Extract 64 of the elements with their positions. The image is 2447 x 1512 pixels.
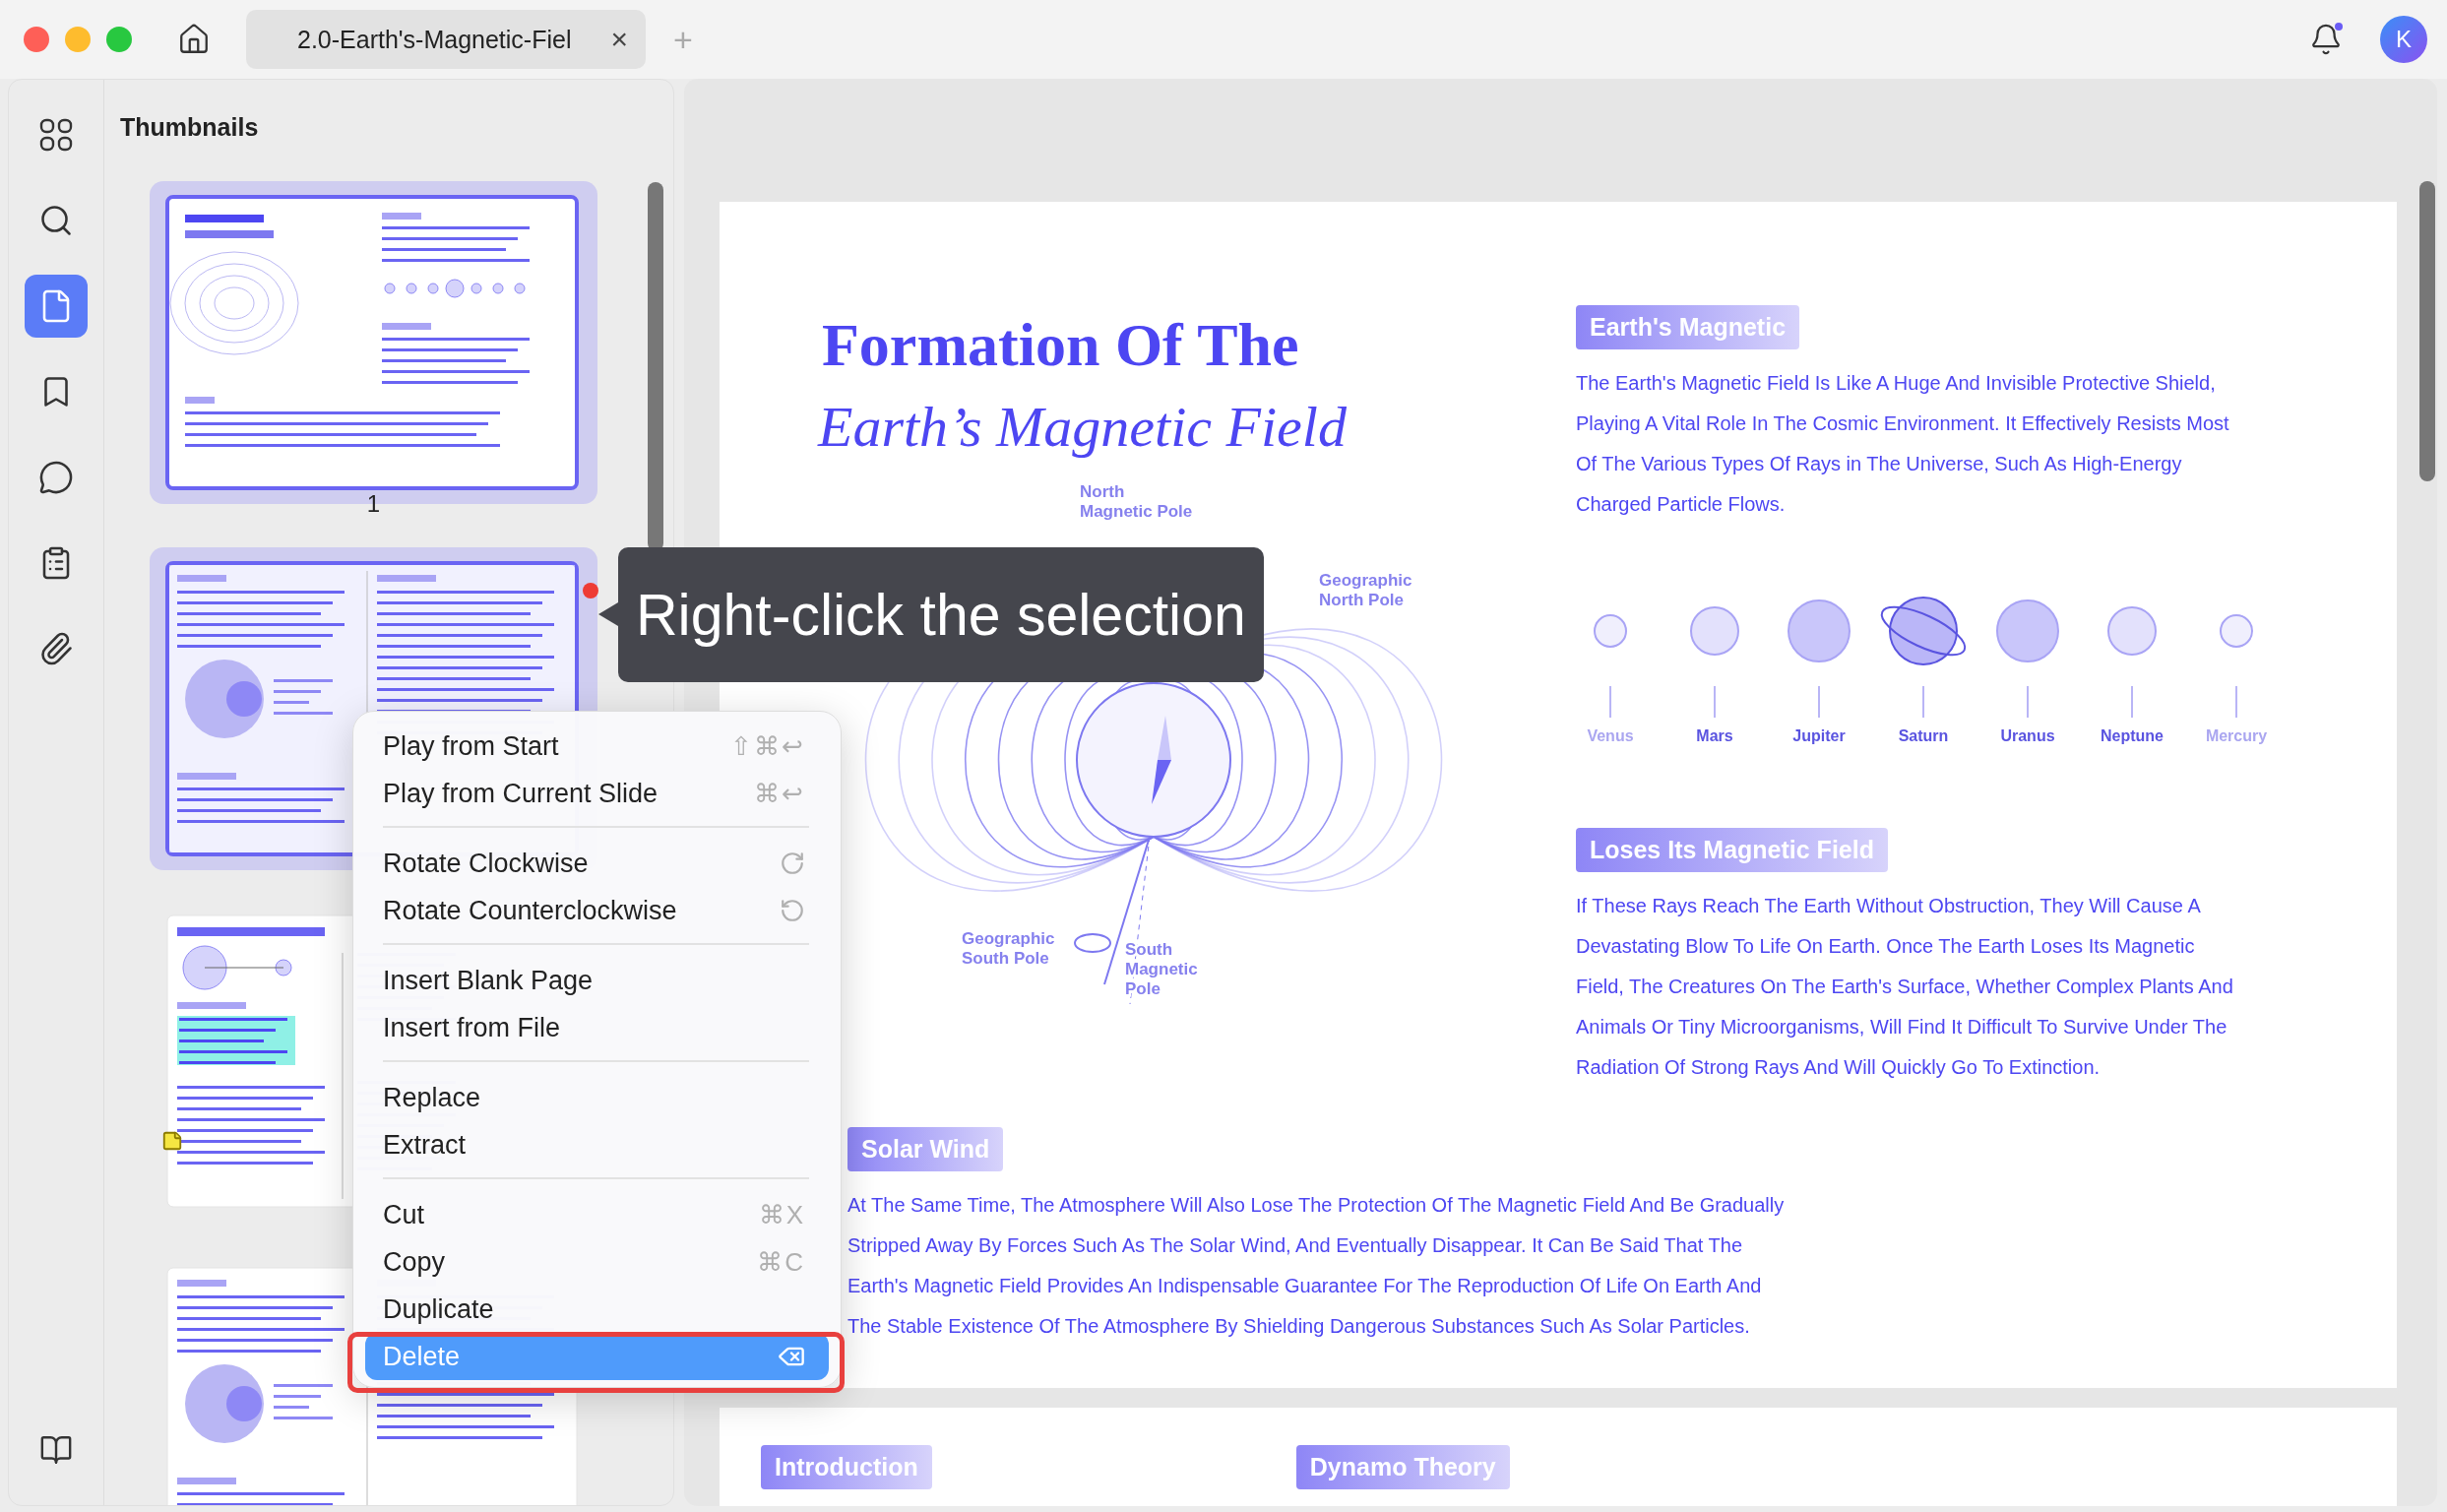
user-avatar[interactable]: K xyxy=(2380,16,2427,63)
planet-label: Jupiter xyxy=(1792,727,1846,745)
menu-item[interactable]: Insert Blank Page xyxy=(365,957,829,1004)
menu-item[interactable]: Replace xyxy=(365,1074,829,1121)
comment-icon xyxy=(38,460,74,495)
body-text: Radiation Of Strong Rays And Will Quickly Go To Extinction. xyxy=(1576,1055,2102,1080)
menu-item[interactable]: Rotate Clockwise xyxy=(365,840,829,887)
planet-label: Saturn xyxy=(1898,727,1949,745)
grid-icon xyxy=(38,117,74,153)
shortcut-hint: ⇧⌘↩ xyxy=(730,730,805,762)
planet-label: Venus xyxy=(1587,727,1634,745)
menu-item[interactable]: Copy ⌘C xyxy=(365,1238,829,1286)
document-tab[interactable]: 2.0-Earth's-Magnetic-Fiel × xyxy=(246,10,646,69)
menu-item[interactable]: Play from Start ⇧⌘↩ xyxy=(365,723,829,770)
body-text: Of The Various Types Of Rays in The Universe, Such As High-Energy xyxy=(1576,452,2183,476)
note-icon[interactable] xyxy=(161,1130,183,1152)
pages-tool-button[interactable] xyxy=(25,275,88,338)
diagram-label: South Magnetic Pole xyxy=(1125,940,1198,998)
section-heading: Earth's Magnetic xyxy=(1576,305,1800,349)
menu-item[interactable]: Duplicate xyxy=(365,1286,829,1333)
section-heading: Dynamo Theory xyxy=(1295,1445,1510,1489)
body-text: Stripped Away By Forces Such As The Solar Wind, And Eventually Disappear. It Can Be Said That The xyxy=(847,1233,1744,1258)
planet-label: Neptune xyxy=(2101,727,2164,745)
page-thumbnail[interactable] xyxy=(165,195,579,490)
body-text: Playing A Vital Role In The Cosmic Environment. It Effectively Resists Most xyxy=(1576,411,2230,436)
section-heading: Introduction xyxy=(761,1445,932,1489)
body-text: The Stable Existence Of The Atmosphere By Shielding Dangerous Substances Such As Solar Particles. xyxy=(847,1314,1751,1339)
close-icon[interactable]: × xyxy=(610,23,628,56)
planet-label: Uranus xyxy=(2000,727,2055,745)
page-subtitle: Earth’s Magnetic Field xyxy=(818,394,1348,460)
body-text: If These Rays Reach The Earth Without Obstruction, They Will Cause A xyxy=(1576,894,2202,918)
menu-item[interactable]: Rotate Counterclockwise xyxy=(365,887,829,934)
page-title: Formation Of The xyxy=(822,310,1300,380)
search-icon xyxy=(38,203,74,238)
body-text: Animals Or Tiny Microorganisms, Will Find It Difficult To Survive Under The xyxy=(1576,1015,2228,1040)
body-text: Charged Particle Flows. xyxy=(1576,492,1787,517)
menu-item[interactable]: Cut ⌘X xyxy=(365,1191,829,1238)
body-text: Devastating Blow To Life On Earth. Once The Earth Loses Its Magnetic xyxy=(1576,934,2196,959)
section-heading: Loses Its Magnetic Field xyxy=(1576,828,1888,872)
shortcut-hint: ⌘X xyxy=(758,1199,805,1230)
book-icon xyxy=(39,1433,73,1467)
menu-item[interactable]: Extract xyxy=(365,1121,829,1168)
body-text: Field, The Creatures On The Earth's Surface, Whether Complex Plants And xyxy=(1576,975,2234,999)
diagram-label: Geographic South Pole xyxy=(962,929,1055,968)
diagram-label: North Magnetic Pole xyxy=(1080,482,1193,521)
scrollbar-thumb[interactable] xyxy=(2419,181,2435,481)
diagram-label: Geographic North Pole xyxy=(1319,571,1412,609)
window-button[interactable] xyxy=(24,27,49,52)
rotate-clockwise-icon xyxy=(780,850,805,876)
body-text: The Earth's Magnetic Field Is Like A Huge And Invisible Protective Shield, xyxy=(1576,371,2217,396)
section-heading: Solar Wind xyxy=(847,1127,1004,1171)
planet-label: Mercury xyxy=(2205,727,2268,745)
panel-title: Thumbnails xyxy=(119,113,260,142)
menu-item[interactable]: Play from Current Slide ⌘↩ xyxy=(365,770,829,817)
menu-item[interactable]: Insert from File xyxy=(365,1004,829,1051)
rotate-counterclockwise-icon xyxy=(780,898,805,923)
body-text: Earth's Magnetic Field Provides An Indispensable Guarantee For The Reproduction Of Life On Earth And xyxy=(847,1274,1763,1298)
body-text: At The Same Time, The Atmosphere Will Also Lose The Protection Of The Magnetic Field And Be Gradually xyxy=(847,1193,1786,1218)
attachment-icon xyxy=(38,631,74,666)
page-number: 1 xyxy=(365,490,382,518)
planet-label: Mars xyxy=(1696,727,1733,745)
tooltip: Right-click the selection xyxy=(618,547,1264,682)
shortcut-hint: ⌘C xyxy=(757,1246,805,1278)
shortcut-hint: ⌘↩ xyxy=(754,778,805,809)
